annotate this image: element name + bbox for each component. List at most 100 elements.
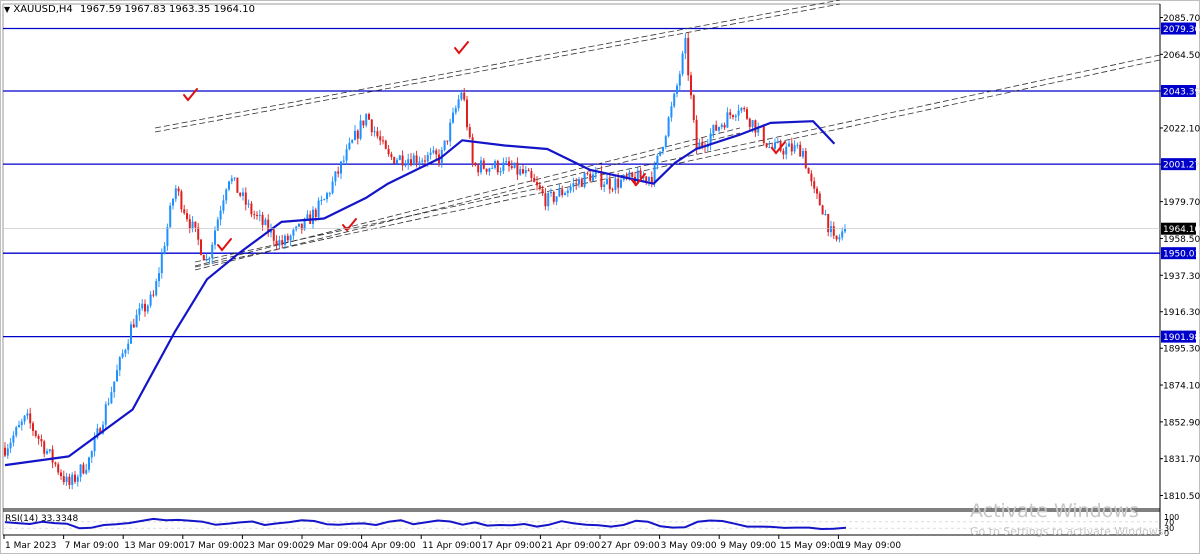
- candle-body: [334, 171, 337, 182]
- candle-body: [387, 148, 390, 155]
- candle-body: [768, 146, 771, 148]
- candle-body: [485, 168, 488, 172]
- candle-body: [726, 112, 729, 128]
- candle-body: [799, 144, 802, 157]
- candle-body: [146, 305, 149, 312]
- candle-body: [804, 150, 807, 168]
- candle-body: [611, 189, 614, 191]
- candle-body: [788, 143, 790, 147]
- price-tick-label: 2085.70: [1163, 14, 1200, 24]
- candle-body: [606, 178, 608, 185]
- channel-line-1[interactable]: [154, 3, 841, 133]
- candle-body: [513, 162, 516, 168]
- candle-body: [564, 193, 566, 195]
- candle-body: [530, 171, 533, 178]
- candle-body: [26, 413, 29, 416]
- candle-body: [631, 172, 634, 177]
- candle-body: [443, 140, 446, 150]
- candle-body: [345, 149, 348, 161]
- candle-body: [186, 213, 188, 220]
- time-tick-label: 23 Mar 09:00: [243, 541, 303, 551]
- price-axis[interactable]: 2085.70 2064.50 2043.39 2022.10 2001.27 1979.…: [3, 14, 1200, 502]
- candle-body: [348, 142, 351, 150]
- candle-body: [541, 189, 544, 194]
- candle-body: [578, 179, 580, 184]
- candle-body: [603, 184, 606, 187]
- candle-body: [76, 476, 79, 482]
- candle-body: [664, 136, 667, 147]
- trend-channels[interactable]: [154, 0, 1161, 271]
- candle-body: [65, 476, 68, 483]
- candle-body: [149, 294, 152, 306]
- candle-body: [90, 451, 93, 458]
- candle-body: [740, 107, 743, 111]
- candle-body: [466, 99, 468, 128]
- candle-body: [314, 209, 317, 217]
- candle-body: [163, 246, 166, 254]
- candle-body: [104, 404, 107, 425]
- candle-body: [113, 381, 116, 393]
- candle-body: [821, 205, 824, 215]
- chart-header[interactable]: ▼ XAUUSD,H4 1967.59 1967.83 1963.35 1964…: [4, 4, 255, 15]
- time-tick-label: 7 Mar 09:00: [65, 541, 120, 551]
- candle-body: [449, 122, 452, 142]
- candle-body: [393, 156, 396, 164]
- candle-body: [614, 178, 617, 190]
- candle-body: [118, 357, 121, 371]
- candle-body: [233, 177, 236, 179]
- time-tick-label: 11 Apr 09:00: [422, 541, 481, 551]
- time-axis[interactable]: 1 Mar 2023 7 Mar 09:00 13 Mar 09:00 17 Mar …: [3, 535, 901, 551]
- candle-body: [292, 229, 295, 236]
- candle-body: [558, 189, 561, 197]
- candle-body: [673, 93, 676, 107]
- candle-body: [15, 427, 18, 436]
- candle-body: [620, 179, 622, 188]
- price-chart[interactable]: 2085.70 2064.50 2043.39 2022.10 2001.27 1979.…: [0, 0, 1200, 554]
- candle-body: [608, 178, 611, 190]
- candle-body: [813, 181, 816, 189]
- candle-body: [695, 119, 698, 150]
- candle-body: [124, 349, 127, 354]
- candle-body: [368, 113, 370, 120]
- candle-body: [844, 228, 846, 232]
- candle-body: [648, 176, 650, 182]
- dropdown-triangle-icon[interactable]: ▼: [4, 5, 10, 14]
- candle-body: [93, 437, 96, 452]
- candle-body: [384, 140, 387, 149]
- candle-body: [687, 37, 690, 76]
- candle-body: [376, 131, 379, 137]
- candle-body: [748, 118, 751, 127]
- candle-body: [505, 161, 508, 163]
- candle-body: [6, 448, 9, 456]
- candle-body: [715, 124, 718, 131]
- candle-body: [510, 166, 513, 168]
- candle-body: [208, 257, 211, 260]
- candle-body: [23, 415, 26, 422]
- candle-body: [323, 199, 326, 201]
- time-tick-label: 3 May 09:00: [661, 541, 717, 551]
- candle-body: [827, 214, 830, 233]
- candle-body: [810, 173, 813, 182]
- candle-body: [169, 205, 172, 227]
- candle-body: [239, 192, 242, 196]
- candle-body: [818, 193, 821, 206]
- candle-body: [110, 392, 113, 404]
- candle-body: [132, 324, 135, 328]
- time-tick-label: 19 May 09:00: [839, 541, 901, 551]
- candle-body: [225, 189, 228, 201]
- candle-body: [396, 159, 398, 164]
- price-tick-label: 1831.70: [1163, 455, 1200, 465]
- candle-body: [547, 193, 550, 207]
- candle-body: [491, 167, 494, 169]
- candle-body: [68, 476, 71, 485]
- candle-body: [762, 126, 765, 144]
- candle-body: [202, 255, 205, 261]
- candle-body: [662, 146, 664, 152]
- candle-body: [782, 150, 785, 155]
- candle-body: [127, 343, 130, 350]
- candle-body: [37, 436, 40, 439]
- channel-line-0[interactable]: [154, 0, 841, 129]
- candle-body: [412, 155, 415, 166]
- candle-body: [404, 164, 407, 166]
- candle-body: [326, 193, 328, 200]
